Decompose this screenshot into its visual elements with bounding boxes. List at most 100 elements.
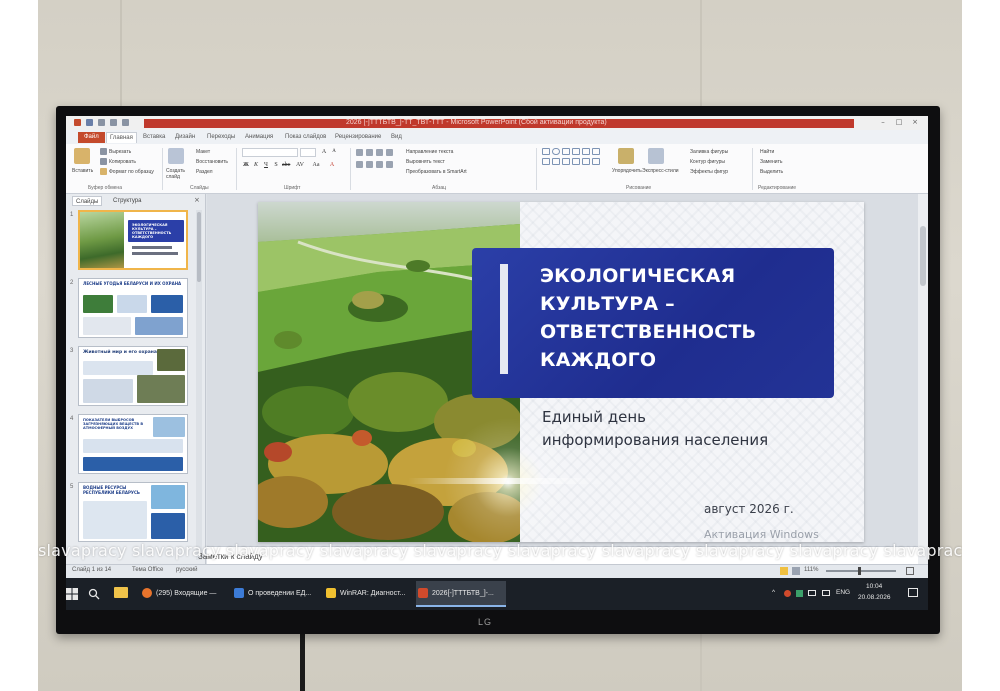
new-slide-button[interactable]: Создать слайд: [166, 168, 190, 180]
notifications-icon[interactable]: [908, 588, 918, 597]
file-explorer-icon[interactable]: [114, 587, 128, 598]
shape-rectangle-icon[interactable]: [542, 148, 550, 155]
align-left-icon[interactable]: [356, 161, 363, 168]
language-indicator[interactable]: русский: [176, 567, 198, 573]
network-icon[interactable]: [808, 590, 816, 596]
shape-more-icon[interactable]: [592, 158, 600, 165]
tab-transitions[interactable]: Переходы: [204, 132, 238, 143]
copy-button[interactable]: Копировать: [109, 159, 136, 165]
shape-line-icon[interactable]: [562, 148, 570, 155]
slide-thumbnail[interactable]: Животный мир и его охрана: [78, 346, 188, 406]
font-size-input[interactable]: [300, 148, 316, 157]
font-color-button[interactable]: A: [328, 161, 336, 169]
bullets-icon[interactable]: [356, 149, 363, 156]
zoom-slider-handle[interactable]: [858, 567, 861, 575]
justify-icon[interactable]: [386, 161, 393, 168]
shape-callout-icon[interactable]: [592, 148, 600, 155]
quick-styles-button[interactable]: Экспресс-стили: [642, 168, 679, 174]
fit-to-window-icon[interactable]: [906, 567, 914, 575]
close-panel-icon[interactable]: ×: [194, 196, 200, 204]
slide-subtitle[interactable]: Единый день информирования населения: [542, 406, 842, 452]
arrange-icon[interactable]: [618, 148, 634, 164]
paste-button[interactable]: Вставить: [72, 168, 93, 174]
minimize-button[interactable]: –: [878, 118, 888, 127]
tab-design[interactable]: Дизайн: [172, 132, 198, 143]
slide-thumbnail[interactable]: ЛЕСНЫЕ УГОДЬЯ БЕЛАРУСИ И ИХ ОХРАНА: [78, 278, 188, 338]
cut-button[interactable]: Вырезать: [109, 149, 131, 155]
taskbar-item-powerpoint[interactable]: 2026[-]ТТТБТВ_]-...: [416, 581, 506, 607]
tab-animations[interactable]: Анимация: [242, 132, 276, 143]
format-painter-button[interactable]: Формат по образцу: [109, 169, 154, 175]
tab-outline[interactable]: Структура: [110, 196, 144, 206]
decrease-indent-icon[interactable]: [376, 149, 383, 156]
clock-date[interactable]: 20.08.2026: [858, 594, 891, 601]
tray-app-icon[interactable]: [784, 590, 791, 597]
shadow-button[interactable]: S: [272, 161, 280, 169]
find-button[interactable]: Найти: [760, 149, 774, 155]
shape-outline-button[interactable]: Контур фигуры: [690, 159, 725, 165]
section-button[interactable]: Раздел: [196, 169, 213, 175]
shape-heart-icon[interactable]: [582, 158, 590, 165]
convert-smartart-button[interactable]: Преобразовать в SmartArt: [406, 169, 467, 175]
align-text-button[interactable]: Выровнять текст: [406, 159, 445, 165]
slide-date[interactable]: август 2026 г.: [704, 502, 794, 516]
tab-file[interactable]: Файл: [78, 132, 105, 143]
increase-indent-icon[interactable]: [386, 149, 393, 156]
arrange-button[interactable]: Упорядочить: [612, 168, 642, 174]
clock-time[interactable]: 10:04: [866, 583, 882, 590]
shape-effects-button[interactable]: Эффекты фигур: [690, 169, 728, 175]
input-language[interactable]: ENG: [836, 589, 850, 596]
zoom-level[interactable]: 111%: [804, 567, 818, 573]
italic-button[interactable]: К: [252, 161, 260, 169]
tab-view[interactable]: Вид: [388, 132, 405, 143]
shape-bracket-icon[interactable]: [572, 158, 580, 165]
tray-app-icon[interactable]: [796, 590, 803, 597]
grow-font-button[interactable]: A: [320, 148, 328, 156]
tab-slides[interactable]: Слайды: [72, 196, 103, 206]
quick-access-dropdown-icon[interactable]: [122, 119, 129, 126]
maximize-button[interactable]: □: [894, 118, 904, 127]
tab-review[interactable]: Рецензирование: [332, 132, 384, 143]
zoom-slider[interactable]: [826, 570, 896, 572]
close-button[interactable]: ×: [910, 118, 920, 127]
new-slide-icon[interactable]: [168, 148, 184, 164]
shape-triangle-icon[interactable]: [582, 148, 590, 155]
select-button[interactable]: Выделить: [760, 169, 783, 175]
align-center-icon[interactable]: [366, 161, 373, 168]
slide-sorter-icon[interactable]: [792, 567, 800, 575]
layout-button[interactable]: Макет: [196, 149, 210, 155]
paste-icon[interactable]: [74, 148, 90, 164]
slide-title[interactable]: ЭКОЛОГИЧЕСКАЯ КУЛЬТУРА – ОТВЕТСТВЕННОСТЬ…: [540, 262, 830, 374]
save-icon[interactable]: [86, 119, 93, 126]
shape-fill-button[interactable]: Заливка фигуры: [690, 149, 728, 155]
search-icon[interactable]: [88, 588, 100, 600]
current-slide[interactable]: ЭКОЛОГИЧЕСКАЯ КУЛЬТУРА – ОТВЕТСТВЕННОСТЬ…: [258, 202, 864, 542]
reset-button[interactable]: Восстановить: [196, 159, 228, 165]
change-case-button[interactable]: Aa: [312, 161, 320, 169]
shrink-font-button[interactable]: A: [330, 148, 338, 156]
taskbar-item-mail[interactable]: (295) Входящие —: [140, 581, 230, 607]
taskbar-item-winrar[interactable]: WinRAR: Диагност...: [324, 581, 414, 607]
undo-icon[interactable]: [98, 119, 105, 126]
tab-insert[interactable]: Вставка: [140, 132, 168, 143]
slide-thumbnail[interactable]: ВОДНЫЕ РЕСУРСЫ РЕСПУБЛИКИ БЕЛАРУСЬ: [78, 482, 188, 542]
strikethrough-button[interactable]: abc: [282, 161, 290, 169]
shape-arrow-icon[interactable]: [572, 148, 580, 155]
quick-styles-icon[interactable]: [648, 148, 664, 164]
spacing-button[interactable]: AV: [296, 161, 304, 169]
shape-oval-icon[interactable]: [552, 148, 560, 155]
align-right-icon[interactable]: [376, 161, 383, 168]
shape-curve-icon[interactable]: [562, 158, 570, 165]
tab-home[interactable]: Главная: [106, 132, 137, 143]
replace-button[interactable]: Заменить: [760, 159, 782, 165]
volume-icon[interactable]: [822, 590, 830, 596]
vertical-scrollbar-thumb[interactable]: [920, 226, 926, 286]
tab-slideshow[interactable]: Показ слайдов: [282, 132, 329, 143]
font-name-input[interactable]: [242, 148, 298, 157]
slide-thumbnail[interactable]: ЭКОЛОГИЧЕСКАЯ КУЛЬТУРА – ОТВЕТСТВЕННОСТЬ…: [78, 210, 188, 270]
tray-overflow-icon[interactable]: ^: [772, 589, 775, 596]
redo-icon[interactable]: [110, 119, 117, 126]
bold-button[interactable]: Ж: [242, 161, 250, 169]
shape-brace-icon[interactable]: [552, 158, 560, 165]
slide-thumbnail[interactable]: ПОКАЗАТЕЛИ ВЫБРОСОВ ЗАГРЯЗНЯЮЩИХ ВЕЩЕСТВ…: [78, 414, 188, 474]
